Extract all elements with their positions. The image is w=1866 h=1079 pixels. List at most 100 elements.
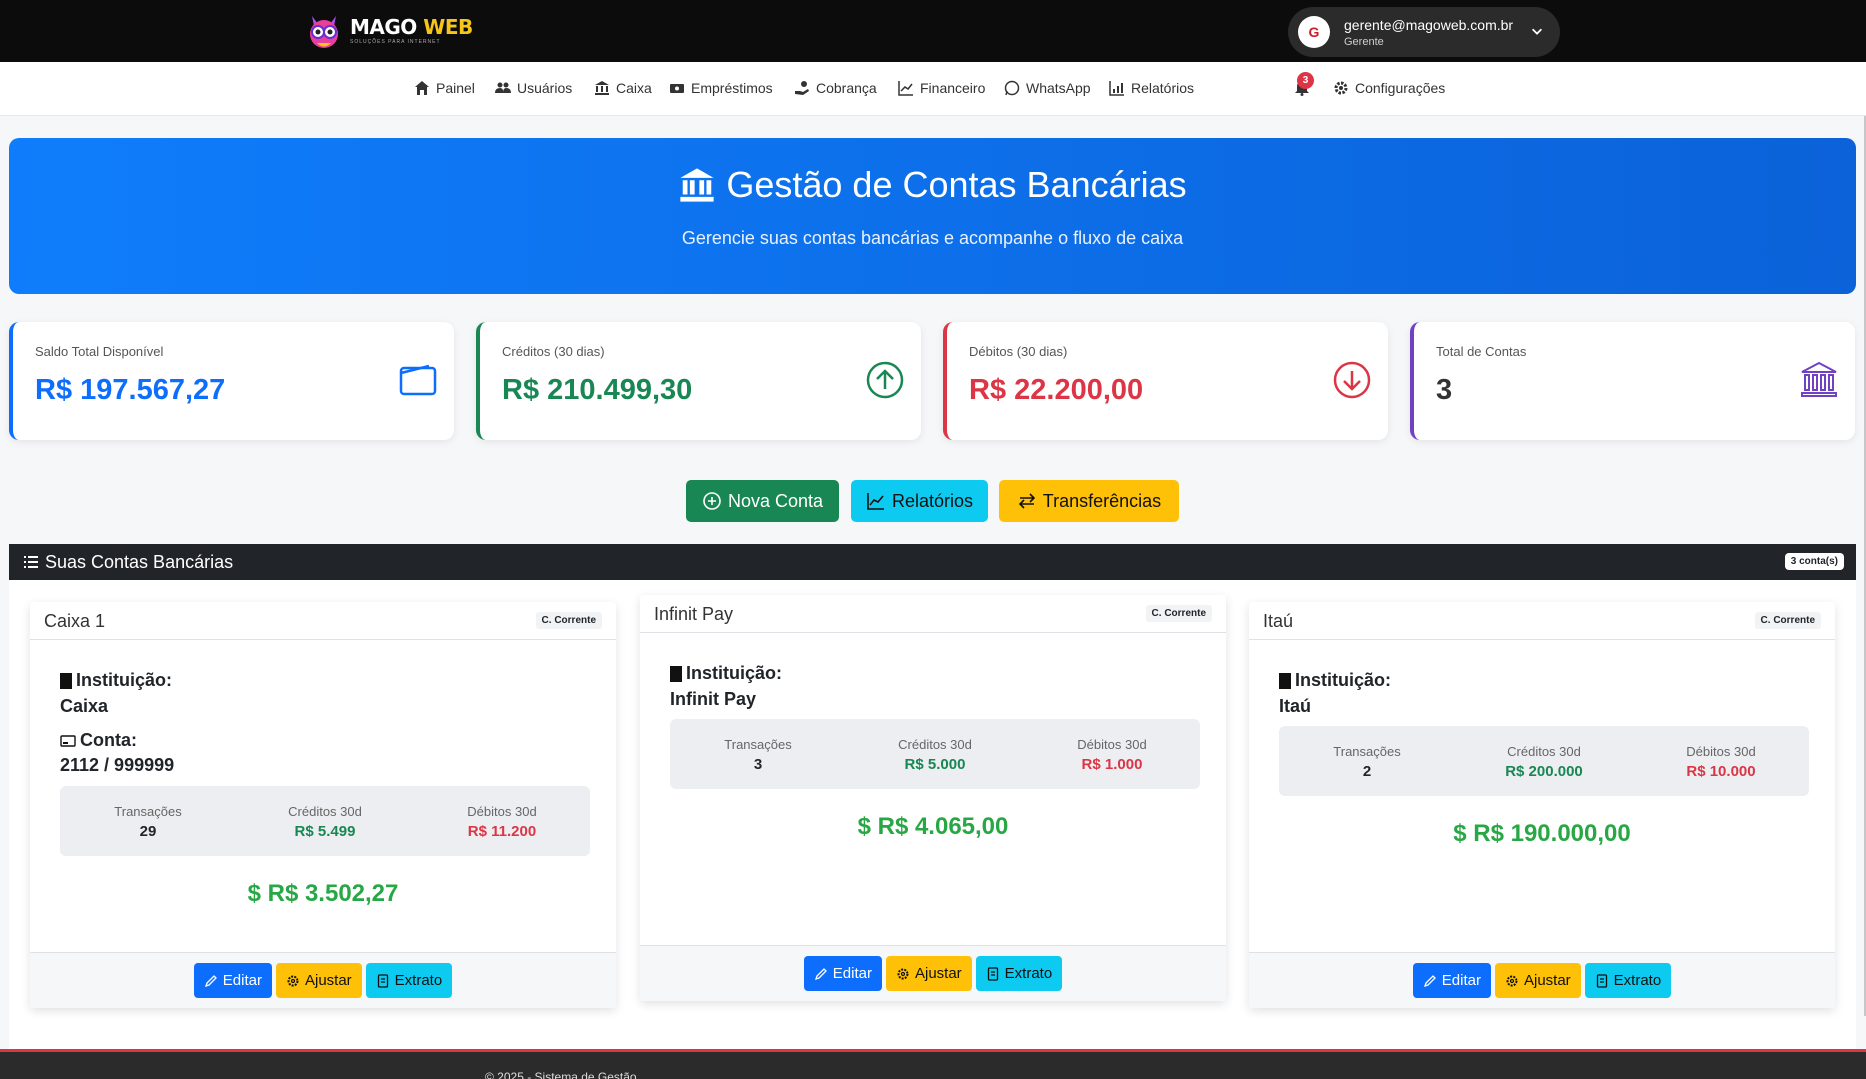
statement-label: Extrato	[1613, 972, 1662, 989]
notification-badge: 3	[1297, 72, 1314, 89]
statement-button[interactable]: Extrato	[975, 956, 1063, 991]
adjust-button[interactable]: Ajustar	[1494, 963, 1581, 998]
institution-label-text: Instituição:	[1295, 670, 1392, 690]
stat-label: Saldo Total Disponível	[35, 344, 164, 359]
account-summary: Transações 2 Créditos 30d R$ 200.000 Déb…	[1279, 726, 1809, 796]
stat-value: R$ 22.200,00	[969, 374, 1144, 406]
statement-button[interactable]: Extrato	[1584, 963, 1672, 998]
account-balance-value: R$ 4.065,00	[877, 813, 1009, 840]
account-balance: $ R$ 3.502,27	[247, 880, 399, 907]
edit-button[interactable]: Editar	[803, 956, 882, 991]
institution-label-text: Instituição:	[686, 663, 783, 683]
nav-item-usuarios[interactable]: Usuários	[495, 80, 572, 96]
nav-item-caixa[interactable]: Caixa	[594, 80, 652, 96]
account-number: 2112 / 999999	[60, 755, 175, 775]
page-footer: © 2025 - Sistema de Gestão	[0, 1049, 1866, 1079]
account-summary: Transações 3 Créditos 30d R$ 5.000 Débit…	[670, 719, 1200, 789]
credits-value: R$ 200.000	[1505, 763, 1583, 780]
nav-item-emprestimos[interactable]: Empréstimos	[669, 80, 773, 96]
edit-button[interactable]: Editar	[1412, 963, 1491, 998]
page-subtitle: Gerencie suas contas bancárias e acompan…	[681, 228, 1184, 248]
credits-label: Créditos 30d	[1507, 744, 1581, 759]
building-icon	[670, 665, 682, 682]
new-account-button[interactable]: Nova Conta	[686, 480, 839, 522]
stat-value: R$ 210.499,30	[502, 374, 693, 406]
user-role: Gerente	[1344, 35, 1384, 48]
adjust-label: Ajustar	[914, 965, 962, 982]
reports-label: Relatórios	[891, 490, 974, 511]
accounts-count-badge: 3 conta(s)	[1784, 553, 1844, 570]
pencil-icon	[1423, 974, 1436, 987]
stat-card-total-balance: Saldo Total Disponível R$ 197.567,27	[9, 322, 454, 440]
bank-icon	[1801, 361, 1837, 397]
institution-value: Itaú	[1279, 696, 1312, 716]
brand-logo[interactable]: MAGO WEB SOLUÇÕES PARA INTERNET	[304, 10, 473, 52]
edit-label: Editar	[1441, 972, 1481, 989]
account-balance: $ R$ 190.000,00	[1453, 820, 1631, 847]
statement-button[interactable]: Extrato	[365, 963, 453, 998]
nav-item-relatorios[interactable]: Relatórios	[1109, 80, 1194, 96]
account-card-infinit-pay: Infinit Pay C. Corrente Instituição: Inf…	[640, 595, 1226, 1001]
nav-item-painel[interactable]: Painel	[414, 80, 475, 96]
nav-label: Painel	[436, 80, 475, 96]
bar-chart-icon	[1109, 81, 1124, 96]
account-name: Itaú	[1263, 611, 1294, 631]
institution-label-text: Instituição:	[76, 670, 173, 690]
gear-icon	[287, 975, 299, 986]
mascot-logo-icon	[304, 10, 344, 52]
institution-value: Caixa	[60, 696, 109, 716]
account-name: Caixa 1	[44, 611, 106, 631]
adjust-button[interactable]: Ajustar	[885, 956, 972, 991]
edit-label: Editar	[222, 972, 262, 989]
stat-card-debits: Débitos (30 dias) R$ 22.200,00	[943, 322, 1388, 440]
edit-label: Editar	[832, 965, 872, 982]
account-balance-value: R$ 190.000,00	[1473, 820, 1631, 847]
bank-icon	[595, 81, 609, 95]
document-icon	[1596, 973, 1607, 988]
reports-button[interactable]: Relatórios	[851, 480, 988, 522]
gear-icon	[1334, 81, 1348, 95]
stat-value: 3	[1436, 374, 1453, 406]
transactions-label: Transações	[724, 737, 792, 752]
chart-line-icon	[898, 81, 913, 96]
stat-label: Créditos (30 dias)	[502, 344, 605, 359]
nav-label: Caixa	[616, 80, 652, 96]
user-email: gerente@magoweb.com.br	[1344, 16, 1514, 33]
gear-icon	[1506, 975, 1518, 986]
credit-card-icon	[60, 734, 76, 747]
user-menu[interactable]: G gerente@magoweb.com.br Gerente	[1288, 7, 1560, 57]
page-title: Gestão de Contas Bancárias	[726, 164, 1187, 205]
stat-label: Débitos (30 dias)	[969, 344, 1068, 359]
account-type-badge: C. Corrente	[535, 612, 602, 629]
transactions-label: Transações	[114, 804, 182, 819]
nav-item-whatsapp[interactable]: WhatsApp	[1004, 80, 1091, 96]
adjust-label: Ajustar	[1523, 972, 1571, 989]
plus-circle-icon	[703, 492, 721, 510]
brand-name-1: MAGO	[350, 15, 417, 39]
transfers-button[interactable]: Transferências	[999, 480, 1179, 522]
account-label-text: Conta:	[80, 730, 137, 750]
account-summary: Transações 29 Créditos 30d R$ 5.499 Débi…	[60, 786, 590, 856]
accounts-section-title: Suas Contas Bancárias	[45, 551, 234, 572]
nav-item-financeiro[interactable]: Financeiro	[898, 80, 985, 96]
main-nav: Painel Usuários Caixa Empréstimos Cobran…	[0, 62, 1866, 116]
account-card-caixa-1: Caixa 1 C. Corrente Instituição: Caixa C…	[30, 602, 616, 1008]
arrow-up-circle-icon	[866, 361, 904, 399]
debits-value: R$ 11.200	[467, 823, 537, 840]
stat-card-credits: Créditos (30 dias) R$ 210.499,30	[476, 322, 921, 440]
debits-value: R$ 1.000	[1081, 756, 1143, 773]
building-icon	[1279, 672, 1291, 689]
institution-label: Instituição:	[60, 670, 172, 691]
pencil-icon	[814, 967, 827, 980]
edit-button[interactable]: Editar	[193, 963, 272, 998]
adjust-button[interactable]: Ajustar	[275, 963, 362, 998]
debits-label: Débitos 30d	[1077, 737, 1147, 752]
list-icon	[24, 556, 38, 568]
building-icon	[60, 672, 72, 689]
nav-label: Relatórios	[1131, 80, 1195, 96]
nav-item-configuracoes[interactable]: Configurações	[1333, 80, 1445, 96]
whatsapp-icon	[1004, 80, 1020, 96]
stat-card-total-accounts: Total de Contas 3	[1410, 322, 1855, 440]
top-bar: MAGO WEB SOLUÇÕES PARA INTERNET G gerent…	[0, 0, 1866, 62]
nav-item-cobranca[interactable]: Cobrança	[794, 80, 877, 96]
